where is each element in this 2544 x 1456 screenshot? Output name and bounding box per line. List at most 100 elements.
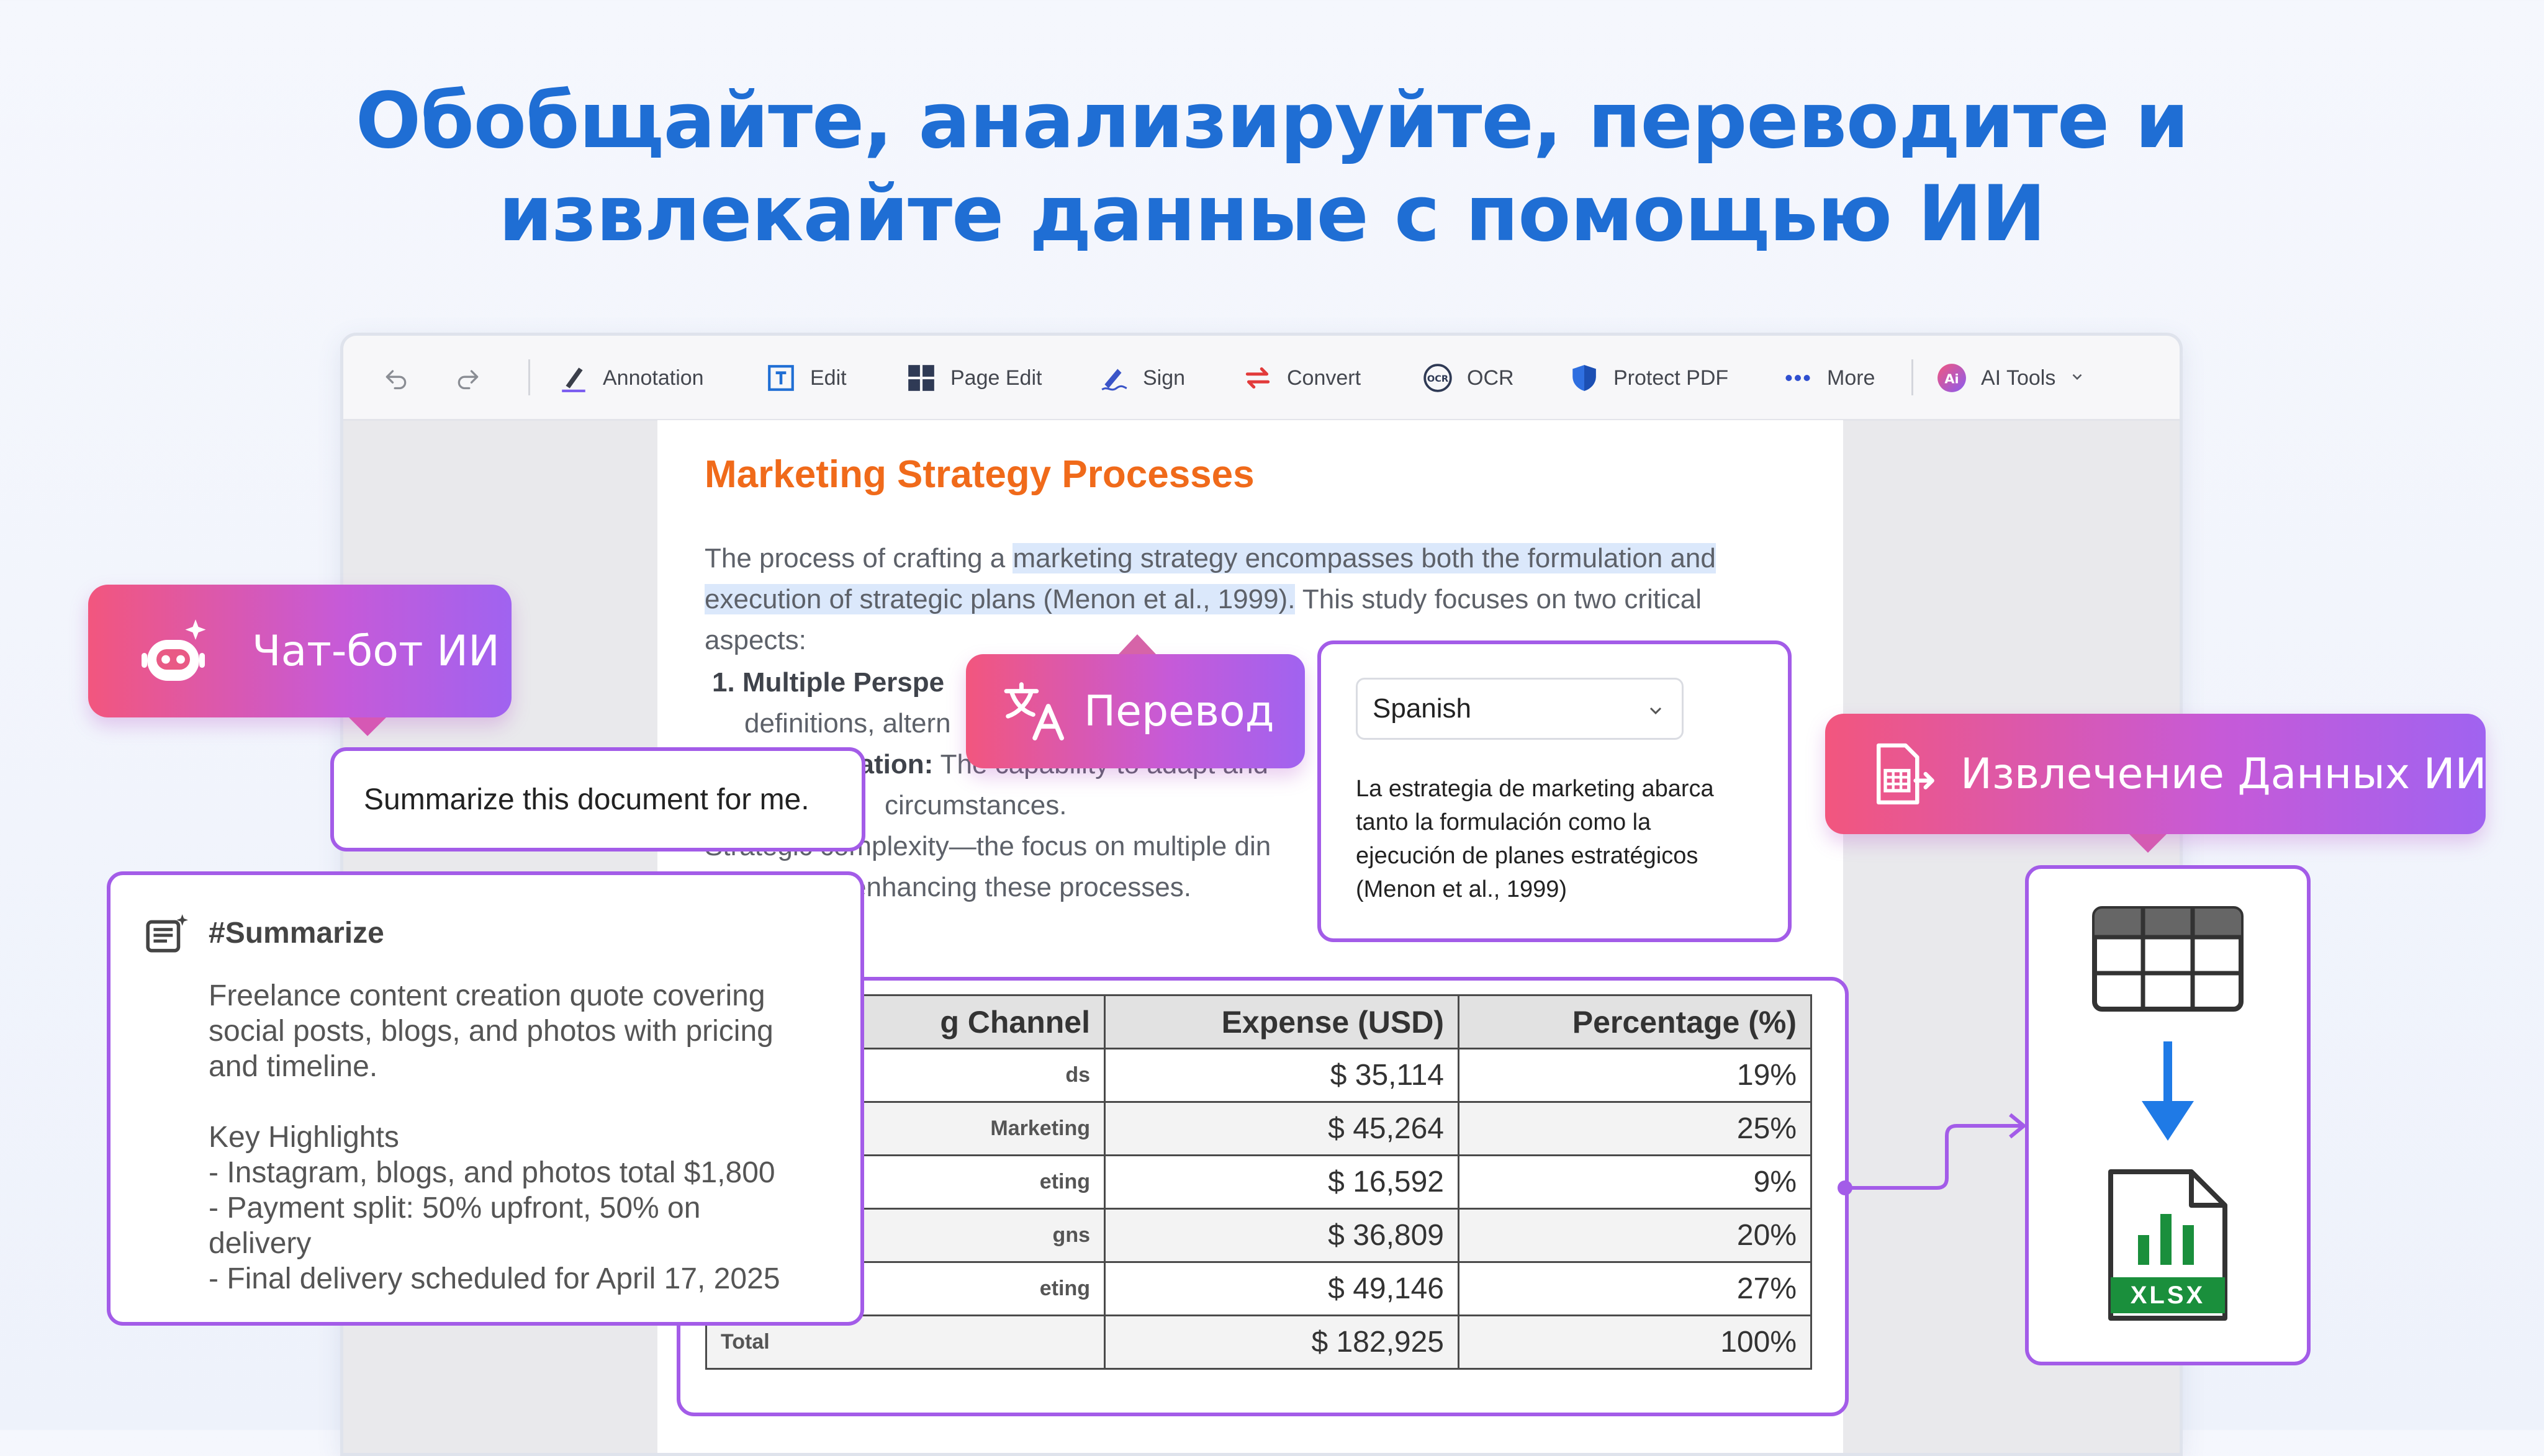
translation-line: ejecución de planes estratégicos [1356, 843, 1698, 869]
arrow-down-icon [2138, 1041, 2198, 1148]
pen-icon [558, 362, 589, 393]
translation-result: La estrategia de marketing abarca tanto … [1356, 772, 1714, 906]
table-header-expense: Expense (USD) [1104, 994, 1459, 1049]
table-cell: $ 35,114 [1104, 1048, 1459, 1103]
paragraph-text: The process of crafting a [705, 543, 1013, 573]
ai-icon: Ai [1936, 362, 1967, 393]
signature-icon [1098, 362, 1129, 393]
tool-ai-tools[interactable]: Ai AI Tools [1936, 361, 2085, 395]
undo-button[interactable] [381, 361, 412, 395]
table-grid-icon [2092, 906, 2244, 1015]
translation-line: tanto la formulación como la [1356, 809, 1651, 835]
tool-edit-label: Edit [810, 366, 847, 390]
badge-tail [2129, 834, 2167, 853]
summary-line: and timeline. [209, 1050, 378, 1083]
chevron-down-icon [2069, 366, 2085, 390]
tool-more[interactable]: More [1782, 361, 1875, 395]
table-row: eting $ 16,592 9% [705, 1154, 1812, 1210]
tool-convert-label: Convert [1287, 366, 1361, 390]
xlsx-file-icon: XLSX [2106, 1167, 2230, 1326]
table-row: Marketing $ 45,264 25% [705, 1101, 1812, 1156]
table-header-percentage: Percentage (%) [1458, 994, 1812, 1049]
highlighted-text[interactable]: marketing strategy encompasses both the … [1013, 543, 1716, 573]
document-paragraph-line: execution of strategic plans (Menon et a… [705, 584, 1702, 615]
data-extraction-label: Извлечение Данных ИИ [1960, 749, 2487, 799]
document-paragraph-line: enhancing these processes. [851, 872, 1191, 902]
tool-protect-pdf[interactable]: Protect PDF [1569, 361, 1728, 395]
tool-ocr[interactable]: OCR OCR [1422, 361, 1514, 395]
table-cell: 27% [1458, 1261, 1812, 1316]
language-select[interactable]: Spanish [1356, 678, 1684, 740]
table-row: gns $ 36,809 20% [705, 1208, 1812, 1263]
document-title: Marketing Strategy Processes [705, 453, 1255, 496]
summary-tag: #Summarize [209, 917, 384, 950]
more-icon [1782, 362, 1813, 393]
table-cell: 20% [1458, 1208, 1812, 1263]
summary-line: - Final delivery scheduled for April 17,… [209, 1262, 780, 1295]
chevron-down-icon [1646, 701, 1666, 724]
connector-arrow [1838, 1113, 2026, 1195]
document-paragraph-line: The process of crafting a marketing stra… [705, 543, 1716, 574]
table-row: eting $ 49,146 27% [705, 1261, 1812, 1316]
tool-edit[interactable]: Edit [765, 361, 847, 395]
table-cell: $ 182,925 [1104, 1314, 1459, 1370]
table-cell: $ 16,592 [1104, 1154, 1459, 1210]
svg-text:OCR: OCR [1427, 374, 1448, 384]
data-table[interactable]: g Channel Expense (USD) Percentage (%) d… [705, 994, 1812, 1370]
table-cell: 100% [1458, 1314, 1812, 1370]
robot-icon [137, 611, 217, 691]
redo-button[interactable] [453, 361, 484, 395]
redo-icon [453, 362, 484, 393]
summary-card: #Summarize Freelance content creation qu… [107, 871, 864, 1326]
tool-more-label: More [1827, 366, 1875, 390]
text-edit-icon [765, 362, 796, 393]
table-row: ds $ 35,114 19% [705, 1048, 1812, 1103]
toolbar: Annotation Edit Page Edit Sign Convert O… [343, 336, 2180, 421]
table-cell: $ 36,809 [1104, 1208, 1459, 1263]
tool-convert[interactable]: Convert [1242, 361, 1361, 395]
tool-annotation-label: Annotation [603, 366, 704, 390]
translation-line: La estrategia de marketing abarca [1356, 776, 1714, 802]
extraction-card: XLSX [2025, 865, 2311, 1365]
list-item-text: circumstances. [885, 790, 1067, 820]
tool-page-edit[interactable]: Page Edit [906, 361, 1042, 395]
grid-icon [906, 362, 937, 393]
tool-annotation[interactable]: Annotation [558, 361, 704, 395]
summary-body: Freelance content creation quote coverin… [209, 978, 780, 1296]
table-cell: 9% [1458, 1154, 1812, 1210]
tool-ai-tools-label: AI Tools [1981, 366, 2056, 390]
table-cell: $ 49,146 [1104, 1261, 1459, 1316]
language-select-value: Spanish [1373, 693, 1472, 724]
translate-badge[interactable]: Перевод [966, 654, 1305, 768]
headline-line-1: Обобщайте, анализируйте, переводите и [355, 76, 2189, 166]
table-header-row: g Channel Expense (USD) Percentage (%) [705, 994, 1812, 1049]
chatbot-badge[interactable]: Чат-бот ИИ [88, 585, 512, 736]
summary-line: social posts, blogs, and photos with pri… [209, 1015, 774, 1048]
file-table-icon [1869, 740, 1936, 808]
data-extraction-badge[interactable]: Извлечение Данных ИИ [1825, 714, 2487, 853]
summary-line: Key Highlights [209, 1121, 399, 1154]
document-paragraph-line: aspects: [705, 625, 806, 655]
summary-line: delivery [209, 1227, 312, 1260]
undo-icon [381, 362, 412, 393]
tool-ocr-label: OCR [1467, 366, 1514, 390]
prompt-text: Summarize this document for me. [364, 783, 810, 816]
tool-protect-pdf-label: Protect PDF [1613, 366, 1729, 390]
translate-tail [1119, 634, 1156, 654]
highlighted-text[interactable]: execution of strategic plans (Menon et a… [705, 584, 1296, 614]
tool-sign[interactable]: Sign [1098, 361, 1185, 395]
translation-card: Spanish La estrategia de marketing abarc… [1317, 640, 1792, 942]
prompt-card[interactable]: Summarize this document for me. [330, 747, 865, 852]
table-row-total: Total $ 182,925 100% [705, 1314, 1812, 1370]
tool-page-edit-label: Page Edit [950, 366, 1042, 390]
toolbar-divider [528, 359, 530, 395]
summary-line: Freelance content creation quote coverin… [209, 979, 765, 1012]
table-cell: 19% [1458, 1048, 1812, 1103]
list-item-heading: 1. Multiple Perspe [712, 667, 945, 698]
badge-tail [349, 717, 386, 736]
chatbot-label: Чат-бот ИИ [252, 626, 500, 676]
summary-line: - Instagram, blogs, and photos total $1,… [209, 1156, 775, 1189]
translate-label: Перевод [1084, 686, 1274, 736]
toolbar-divider [1911, 359, 1913, 395]
list-item-text: definitions, altern [744, 708, 951, 739]
